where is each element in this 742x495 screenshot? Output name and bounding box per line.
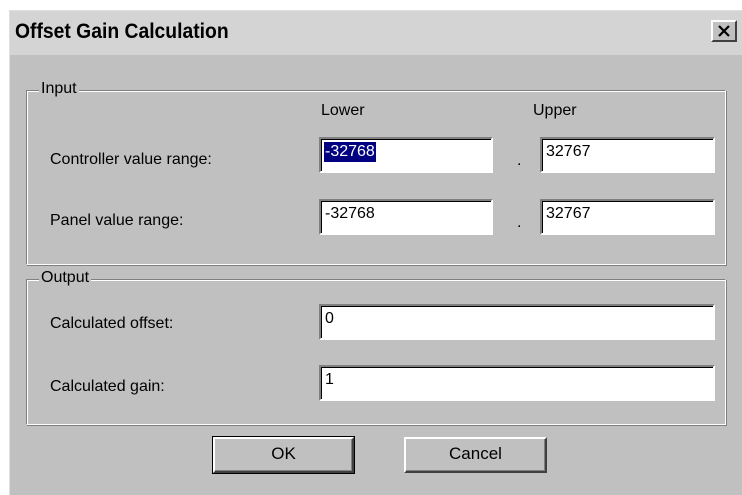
title-bar[interactable]: Offset Gain Calculation xyxy=(10,11,742,55)
controller-range-label: Controller value range: xyxy=(50,151,212,168)
output-group-label: Output xyxy=(39,269,92,287)
upper-column-header: Upper xyxy=(533,102,577,119)
window-title: Offset Gain Calculation xyxy=(15,20,229,43)
panel-lower-field[interactable]: -32768 xyxy=(319,199,493,235)
close-button[interactable] xyxy=(711,20,737,42)
calculated-gain-label: Calculated gain: xyxy=(50,378,165,395)
input-group-label: Input xyxy=(39,80,79,98)
input-groupbox xyxy=(26,90,726,265)
panel-range-label: Panel value range: xyxy=(50,212,184,229)
panel-upper-value: 32767 xyxy=(546,204,591,222)
output-groupbox xyxy=(26,279,726,425)
dialog-window: Offset Gain Calculation Input Lower Uppe… xyxy=(9,10,742,495)
close-icon xyxy=(718,25,730,37)
controller-lower-value: -32768 xyxy=(324,141,376,162)
ok-button[interactable]: OK xyxy=(212,436,355,474)
controller-upper-field[interactable]: 32767 xyxy=(540,137,715,173)
calculated-offset-label: Calculated offset: xyxy=(50,315,174,332)
calculated-gain-value: 1 xyxy=(325,370,334,388)
controller-upper-value: 32767 xyxy=(546,142,591,160)
calculated-gain-field[interactable]: 1 xyxy=(319,365,715,401)
calculated-offset-value: 0 xyxy=(325,309,334,327)
lower-column-header: Lower xyxy=(321,102,365,119)
controller-lower-field[interactable]: -32768 xyxy=(319,137,493,173)
cancel-button[interactable]: Cancel xyxy=(404,437,547,473)
panel-upper-field[interactable]: 32767 xyxy=(540,199,715,235)
panel-range-separator: . xyxy=(517,214,522,231)
panel-lower-value: -32768 xyxy=(325,204,375,222)
controller-range-separator: . xyxy=(517,152,522,169)
calculated-offset-field[interactable]: 0 xyxy=(319,304,715,340)
